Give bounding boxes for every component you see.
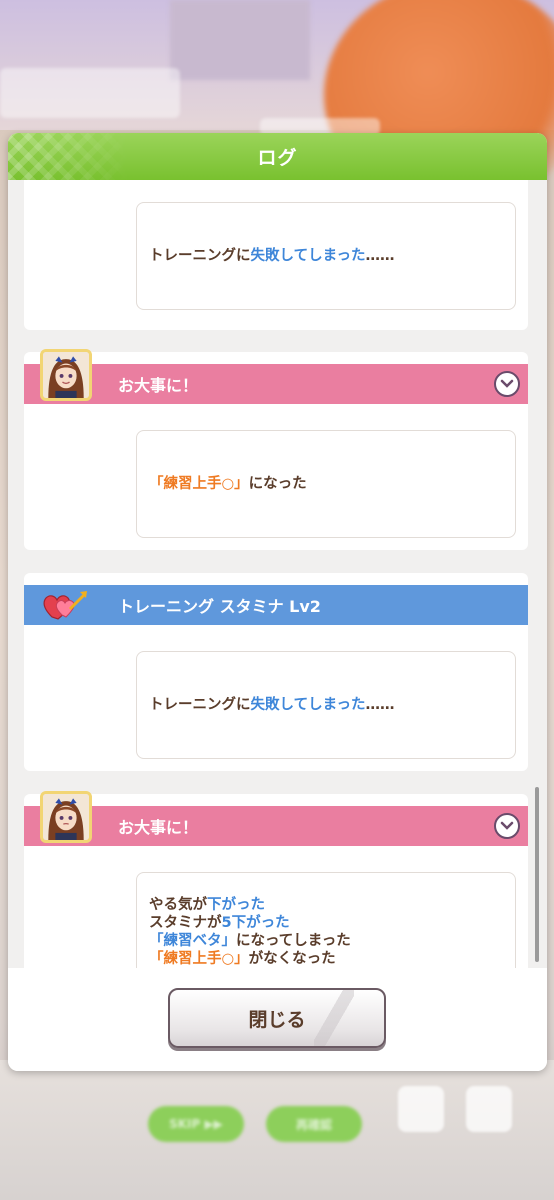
message-text-highlight: 「練習上手○」 bbox=[149, 951, 249, 967]
message-line: トレーニングに失敗してしまった…… bbox=[149, 247, 503, 265]
character-portrait-icon bbox=[40, 791, 92, 843]
chevron-down-icon[interactable] bbox=[494, 371, 520, 397]
log-message: トレーニングに失敗してしまった…… bbox=[136, 651, 516, 759]
close-button[interactable]: 閉じる bbox=[168, 988, 386, 1048]
button-shine bbox=[314, 990, 354, 1046]
log-entry: トレーニング スタミナ Lv2 トレーニングに失敗してしまった…… bbox=[24, 573, 528, 771]
log-message: 「練習上手○」になった bbox=[136, 430, 516, 538]
dialog-title: ログ bbox=[257, 147, 298, 169]
message-text-highlight: 5下がった bbox=[221, 915, 290, 931]
auto-button[interactable]: 再確認 bbox=[266, 1106, 362, 1142]
message-text: になった bbox=[248, 476, 307, 492]
log-message: トレーニングに失敗してしまった…… bbox=[136, 202, 516, 310]
message-text-highlight: 失敗してしまった bbox=[250, 248, 366, 264]
entry-header[interactable]: お大事に！ bbox=[24, 364, 528, 404]
background-info-panel bbox=[0, 68, 180, 118]
skip-button[interactable]: SKIP ▶▶ bbox=[148, 1106, 244, 1142]
entry-header[interactable]: お大事に！ bbox=[24, 806, 528, 846]
message-line: 「練習上手○」になった bbox=[149, 475, 503, 493]
log-dialog: ログ トレーニングに失敗してしまった…… お大事に！ 「練習上手○」になった ト… bbox=[8, 133, 547, 1071]
log-entry: トレーニングに失敗してしまった…… bbox=[24, 180, 528, 330]
message-text: になってしまった bbox=[236, 933, 351, 949]
entry-header: トレーニング スタミナ Lv2 bbox=[24, 585, 528, 625]
message-text-highlight: 失敗してしまった bbox=[250, 697, 366, 713]
close-label: 閉じる bbox=[248, 1008, 306, 1031]
entry-title: トレーニング スタミナ Lv2 bbox=[118, 597, 321, 616]
scrollbar[interactable] bbox=[535, 787, 539, 962]
character-portrait-icon bbox=[40, 349, 92, 401]
message-text: がなくなった bbox=[248, 951, 336, 967]
message-line: トレーニングに失敗してしまった…… bbox=[149, 696, 503, 714]
entry-title: お大事に！ bbox=[118, 818, 199, 837]
log-entry: お大事に！ やる気が下がった スタミナが5下がった 「練習ベタ」になってしまった bbox=[24, 794, 528, 968]
message-line: スタミナが5下がった bbox=[149, 914, 503, 932]
message-text: スタミナが bbox=[149, 915, 222, 931]
message-line: 「練習上手○」がなくなった bbox=[149, 950, 503, 968]
log-icon[interactable] bbox=[398, 1086, 444, 1132]
message-text-highlight: 下がった bbox=[207, 897, 265, 913]
skip-label: SKIP ▶▶ bbox=[169, 1117, 223, 1131]
message-text: …… bbox=[365, 248, 395, 264]
message-text-highlight: 「練習上手○」 bbox=[149, 476, 249, 492]
header-pattern bbox=[8, 133, 128, 180]
dialog-footer: 閉じる bbox=[8, 968, 547, 1071]
menu-icon[interactable] bbox=[466, 1086, 512, 1132]
message-text: トレーニングに bbox=[149, 697, 251, 713]
message-text: トレーニングに bbox=[149, 248, 251, 264]
background-building bbox=[170, 0, 310, 80]
log-message: やる気が下がった スタミナが5下がった 「練習ベタ」になってしまった 「練習上手… bbox=[136, 872, 516, 968]
dialog-header: ログ bbox=[8, 133, 547, 180]
message-line: やる気が下がった bbox=[149, 896, 503, 914]
log-entry: お大事に！ 「練習上手○」になった bbox=[24, 352, 528, 550]
entry-title: お大事に！ bbox=[118, 376, 199, 395]
message-line: 「練習ベタ」になってしまった bbox=[149, 932, 503, 950]
auto-label: 再確認 bbox=[295, 1117, 332, 1132]
log-list[interactable]: トレーニングに失敗してしまった…… お大事に！ 「練習上手○」になった トレーニ… bbox=[8, 180, 547, 968]
chevron-down-icon[interactable] bbox=[494, 813, 520, 839]
message-text: …… bbox=[365, 697, 395, 713]
message-text-highlight: 「練習ベタ」 bbox=[149, 933, 236, 949]
message-text: やる気が bbox=[149, 897, 207, 913]
heart-arrow-icon bbox=[43, 591, 87, 620]
